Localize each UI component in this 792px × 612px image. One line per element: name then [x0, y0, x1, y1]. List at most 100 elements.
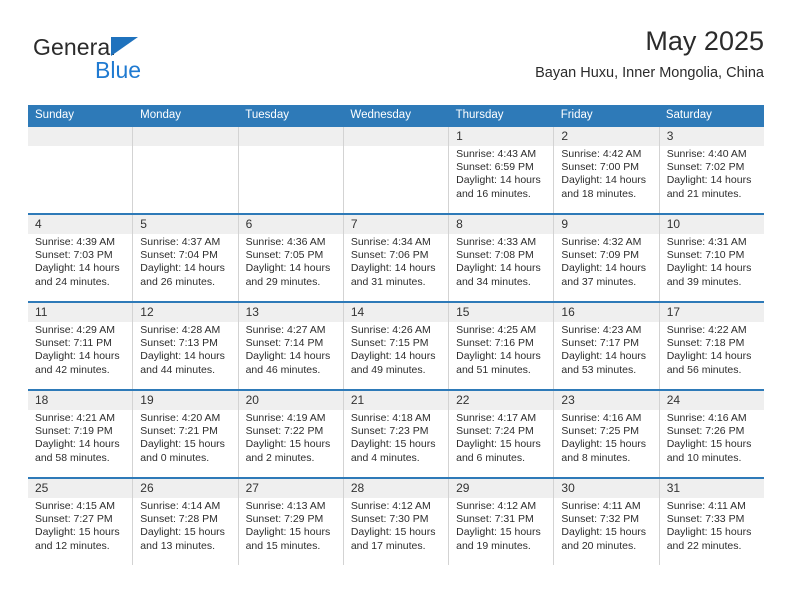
day-cell[interactable]: 29 Sunrise: 4:12 AM Sunset: 7:31 PM Dayl… — [449, 479, 555, 565]
daylight-text-line1: Daylight: 15 hours — [350, 526, 436, 539]
daylight-text-line1: Daylight: 14 hours — [561, 174, 647, 187]
day-cell[interactable]: 12 Sunrise: 4:28 AM Sunset: 7:13 PM Dayl… — [133, 303, 239, 389]
day-cell[interactable]: 16 Sunrise: 4:23 AM Sunset: 7:17 PM Dayl… — [554, 303, 660, 389]
day-cell[interactable]: 6 Sunrise: 4:36 AM Sunset: 7:05 PM Dayli… — [238, 215, 344, 301]
day-details: Sunrise: 4:21 AM Sunset: 7:19 PM Dayligh… — [28, 410, 132, 465]
day-number: 13 — [238, 303, 343, 322]
day-cell[interactable]: 19 Sunrise: 4:20 AM Sunset: 7:21 PM Dayl… — [133, 391, 239, 477]
daylight-text-line2: and 15 minutes. — [245, 539, 321, 552]
sunrise-text: Sunrise: 4:22 AM — [666, 324, 747, 336]
day-cell[interactable] — [133, 127, 239, 213]
day-number: 17 — [659, 303, 764, 322]
sunset-text: Sunset: 7:04 PM — [140, 249, 218, 262]
daylight-text-line2: and 31 minutes. — [350, 275, 426, 288]
day-details: Sunrise: 4:15 AM Sunset: 7:27 PM Dayligh… — [28, 498, 132, 553]
day-details: Sunrise: 4:20 AM Sunset: 7:21 PM Dayligh… — [133, 410, 237, 465]
sunrise-text: Sunrise: 4:37 AM — [140, 236, 221, 248]
day-cell[interactable]: 17 Sunrise: 4:22 AM Sunset: 7:18 PM Dayl… — [659, 303, 764, 389]
day-details: Sunrise: 4:32 AM Sunset: 7:09 PM Dayligh… — [554, 234, 658, 289]
day-cell[interactable]: 25 Sunrise: 4:15 AM Sunset: 7:27 PM Dayl… — [28, 479, 134, 565]
sunset-text: Sunset: 7:06 PM — [350, 249, 429, 262]
week-row: 18 Sunrise: 4:21 AM Sunset: 7:19 PM Dayl… — [28, 389, 764, 477]
weekday-header-thursday: Thursday — [455, 109, 504, 121]
daylight-text-line2: and 0 minutes. — [140, 451, 210, 464]
sunset-text: Sunset: 7:23 PM — [350, 425, 429, 438]
day-cell[interactable]: 18 Sunrise: 4:21 AM Sunset: 7:19 PM Dayl… — [28, 391, 134, 477]
daylight-text-line2: and 10 minutes. — [666, 451, 742, 464]
day-cell[interactable]: 30 Sunrise: 4:11 AM Sunset: 7:32 PM Dayl… — [554, 479, 660, 565]
day-cell[interactable]: 8 Sunrise: 4:33 AM Sunset: 7:08 PM Dayli… — [449, 215, 555, 301]
day-cell[interactable] — [28, 127, 134, 213]
day-cell[interactable]: 2 Sunrise: 4:42 AM Sunset: 7:00 PM Dayli… — [554, 127, 660, 213]
sunset-text: Sunset: 7:02 PM — [666, 161, 745, 174]
daylight-text-line2: and 39 minutes. — [666, 275, 742, 288]
day-cell[interactable]: 21 Sunrise: 4:18 AM Sunset: 7:23 PM Dayl… — [343, 391, 450, 477]
day-cell[interactable]: 31 Sunrise: 4:11 AM Sunset: 7:33 PM Dayl… — [659, 479, 764, 565]
sunset-text: Sunset: 6:59 PM — [456, 161, 534, 174]
day-number: 21 — [343, 391, 449, 410]
sunset-text: Sunset: 7:16 PM — [456, 337, 534, 350]
day-cell[interactable]: 22 Sunrise: 4:17 AM Sunset: 7:24 PM Dayl… — [449, 391, 555, 477]
sunset-text: Sunset: 7:30 PM — [350, 513, 429, 526]
day-cell[interactable]: 23 Sunrise: 4:16 AM Sunset: 7:25 PM Dayl… — [554, 391, 660, 477]
day-cell[interactable]: 5 Sunrise: 4:37 AM Sunset: 7:04 PM Dayli… — [133, 215, 239, 301]
day-number — [238, 127, 343, 146]
daylight-text-line2: and 8 minutes. — [561, 451, 631, 464]
day-number: 30 — [554, 479, 659, 498]
weekday-header-wednesday: Wednesday — [350, 109, 411, 121]
day-cell[interactable]: 15 Sunrise: 4:25 AM Sunset: 7:16 PM Dayl… — [449, 303, 555, 389]
day-cell[interactable]: 14 Sunrise: 4:26 AM Sunset: 7:15 PM Dayl… — [343, 303, 450, 389]
day-cell[interactable]: 7 Sunrise: 4:34 AM Sunset: 7:06 PM Dayli… — [343, 215, 450, 301]
daylight-text-line2: and 51 minutes. — [456, 363, 531, 376]
day-cell[interactable]: 26 Sunrise: 4:14 AM Sunset: 7:28 PM Dayl… — [133, 479, 239, 565]
day-details: Sunrise: 4:34 AM Sunset: 7:06 PM Dayligh… — [344, 234, 448, 289]
daylight-text-line1: Daylight: 14 hours — [350, 262, 436, 275]
daylight-text-line2: and 12 minutes. — [35, 539, 110, 552]
sunrise-text: Sunrise: 4:39 AM — [35, 236, 115, 248]
day-cell[interactable]: 10 Sunrise: 4:31 AM Sunset: 7:10 PM Dayl… — [659, 215, 764, 301]
sunrise-text: Sunrise: 4:32 AM — [561, 236, 642, 248]
sunrise-text: Sunrise: 4:15 AM — [35, 500, 115, 512]
day-number: 29 — [449, 479, 554, 498]
day-cell[interactable]: 11 Sunrise: 4:29 AM Sunset: 7:11 PM Dayl… — [28, 303, 134, 389]
day-number: 26 — [133, 479, 238, 498]
day-cell[interactable]: 1 Sunrise: 4:43 AM Sunset: 6:59 PM Dayli… — [449, 127, 555, 213]
day-cell[interactable]: 4 Sunrise: 4:39 AM Sunset: 7:03 PM Dayli… — [28, 215, 134, 301]
day-number: 25 — [28, 479, 133, 498]
sunrise-text: Sunrise: 4:33 AM — [456, 236, 537, 248]
daylight-text-line1: Daylight: 15 hours — [245, 526, 331, 539]
sunset-text: Sunset: 7:26 PM — [666, 425, 745, 438]
day-cell[interactable]: 3 Sunrise: 4:40 AM Sunset: 7:02 PM Dayli… — [659, 127, 764, 213]
sunrise-text: Sunrise: 4:42 AM — [561, 148, 642, 160]
daylight-text-line1: Daylight: 14 hours — [35, 438, 120, 451]
daylight-text-line1: Daylight: 14 hours — [245, 262, 331, 275]
day-number: 15 — [449, 303, 554, 322]
day-details — [344, 146, 448, 148]
sunset-text: Sunset: 7:18 PM — [666, 337, 745, 350]
daylight-text-line1: Daylight: 14 hours — [35, 262, 120, 275]
day-details — [239, 146, 343, 148]
sunrise-text: Sunrise: 4:28 AM — [140, 324, 221, 336]
daylight-text-line2: and 20 minutes. — [561, 539, 637, 552]
daylight-text-line1: Daylight: 14 hours — [666, 174, 752, 187]
day-cell[interactable]: 13 Sunrise: 4:27 AM Sunset: 7:14 PM Dayl… — [238, 303, 344, 389]
day-cell[interactable]: 27 Sunrise: 4:13 AM Sunset: 7:29 PM Dayl… — [238, 479, 344, 565]
week-row: 11 Sunrise: 4:29 AM Sunset: 7:11 PM Dayl… — [28, 301, 764, 389]
day-cell[interactable]: 24 Sunrise: 4:16 AM Sunset: 7:26 PM Dayl… — [659, 391, 764, 477]
day-cell[interactable]: 28 Sunrise: 4:12 AM Sunset: 7:30 PM Dayl… — [343, 479, 450, 565]
sunrise-text: Sunrise: 4:23 AM — [561, 324, 642, 336]
day-cell[interactable] — [343, 127, 450, 213]
day-cell[interactable]: 20 Sunrise: 4:19 AM Sunset: 7:22 PM Dayl… — [238, 391, 344, 477]
day-number — [133, 127, 238, 146]
day-number: 31 — [659, 479, 764, 498]
day-details — [28, 146, 132, 148]
day-details: Sunrise: 4:12 AM Sunset: 7:31 PM Dayligh… — [449, 498, 553, 553]
day-cell[interactable]: 9 Sunrise: 4:32 AM Sunset: 7:09 PM Dayli… — [554, 215, 660, 301]
sunrise-text: Sunrise: 4:16 AM — [666, 412, 747, 424]
day-cell[interactable] — [238, 127, 344, 213]
sunset-text: Sunset: 7:13 PM — [140, 337, 218, 350]
daylight-text-line2: and 58 minutes. — [35, 451, 110, 464]
sunrise-text: Sunrise: 4:17 AM — [456, 412, 537, 424]
sunset-text: Sunset: 7:15 PM — [350, 337, 429, 350]
day-number: 4 — [28, 215, 133, 234]
